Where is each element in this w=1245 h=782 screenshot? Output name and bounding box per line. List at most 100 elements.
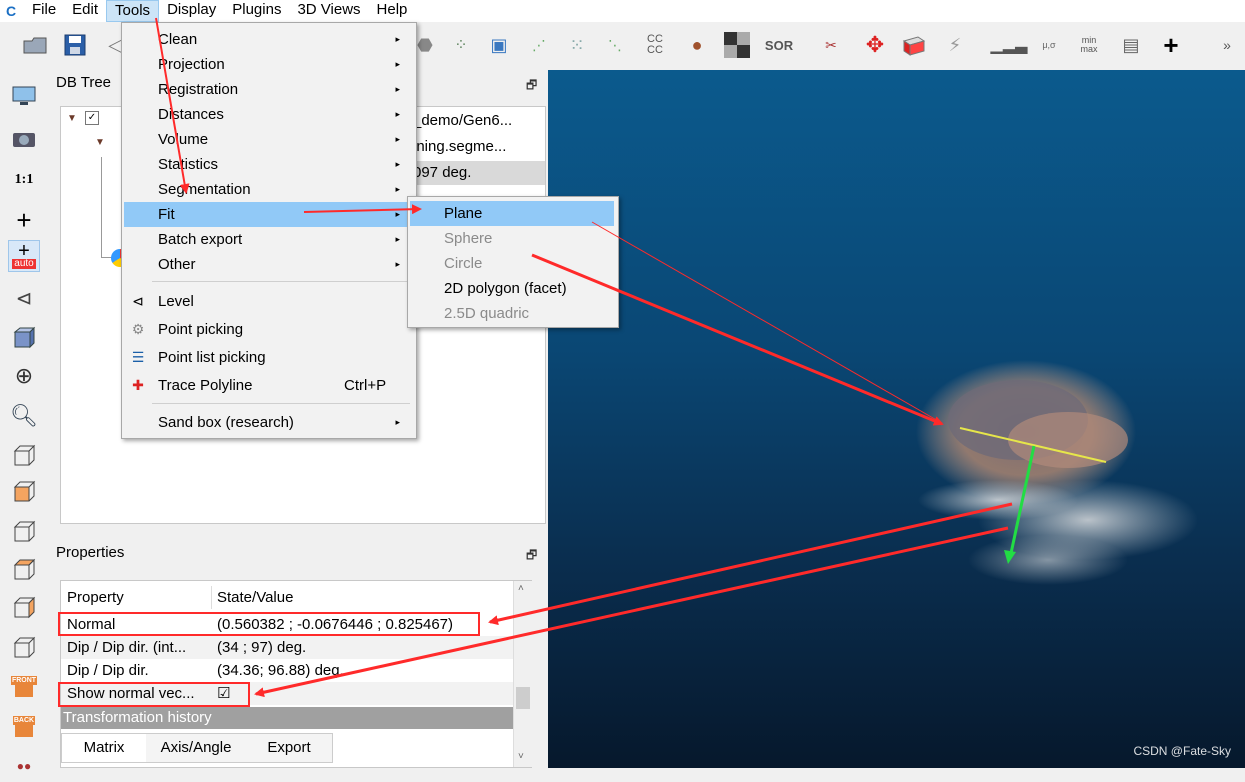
min-max-icon[interactable]: min max <box>1074 30 1104 60</box>
front-view-icon[interactable] <box>8 476 40 508</box>
tabbar: Matrix Axis/Angle Export <box>61 733 333 763</box>
table-row[interactable]: Dip / Dip dir. (int... (34 ; 97) deg. <box>61 636 513 659</box>
undock-icon[interactable]: 🗗 <box>526 76 537 97</box>
connected-components-icon[interactable]: CC CC <box>640 30 670 60</box>
3d-view[interactable]: CSDN @Fate-Sky <box>548 70 1245 768</box>
properties-panel: Properties 🗗 Property State/Value Normal… <box>48 540 548 768</box>
menu-item-quadric[interactable]: 2.5D quadric <box>410 301 614 326</box>
toolbar-overflow-icon[interactable]: » <box>1212 30 1242 60</box>
scroll-thumb[interactable] <box>516 687 530 709</box>
tree-item[interactable]: ining.segme... <box>413 135 543 159</box>
scatter2-icon[interactable]: ⋱ <box>600 30 630 60</box>
menu-edit[interactable]: Edit <box>64 0 106 22</box>
menu-item-circle[interactable]: Circle <box>410 251 614 276</box>
right-view-icon[interactable] <box>8 592 40 624</box>
sor-filter-icon[interactable]: SOR <box>764 30 794 60</box>
menu-item-clean[interactable]: Clean ▸ <box>124 27 414 52</box>
menu-tools[interactable]: Tools <box>106 0 160 22</box>
dots-icon[interactable]: ⁘ <box>446 30 476 60</box>
camera-icon[interactable] <box>8 122 40 154</box>
histogram-icon[interactable]: ▁▂▃ <box>991 30 1028 60</box>
menu-separator <box>152 403 410 404</box>
menu-item-sand-box[interactable]: Sand box (research) ▸ <box>124 410 414 435</box>
menu-item-distances[interactable]: Distances ▸ <box>124 102 414 127</box>
auto-pivot-icon[interactable]: + auto <box>8 240 40 272</box>
checker-icon[interactable] <box>722 30 752 60</box>
menu-item-plane[interactable]: Plane <box>410 201 614 226</box>
menu-item-trace-polyline[interactable]: ✚ Trace Polyline Ctrl+P <box>124 373 414 398</box>
cloud-view-icon[interactable]: ▣ <box>484 30 514 60</box>
save-icon[interactable] <box>60 30 90 60</box>
menu-item-segmentation[interactable]: Segmentation ▸ <box>124 177 414 202</box>
left-view-icon[interactable] <box>8 516 40 548</box>
move-icon[interactable]: ✥ <box>860 30 890 60</box>
shortcut-text: Ctrl+P <box>344 377 387 394</box>
monitor-icon[interactable] <box>8 80 40 112</box>
section-header: Transformation history <box>61 707 513 729</box>
polyline-icon: ✚ <box>132 377 144 393</box>
menu-item-batch-export[interactable]: Batch export ▸ <box>124 227 414 252</box>
scissors-icon[interactable]: ✂ <box>816 30 846 60</box>
scroll-down-icon[interactable]: ˅ <box>518 751 524 762</box>
checkbox-icon[interactable]: ✓ <box>85 111 99 125</box>
show-normal-checkbox[interactable]: ☑ <box>217 682 230 705</box>
tree-item[interactable]: _demo/Gen6... <box>413 109 543 133</box>
top-view-icon[interactable] <box>8 440 40 472</box>
back-iso-icon[interactable]: BACK <box>8 710 40 742</box>
add-icon[interactable]: + <box>1156 30 1186 60</box>
table-row[interactable]: Normal (0.560382 ; -0.0676446 ; 0.825467… <box>61 613 513 636</box>
crosshair-icon[interactable]: + <box>8 204 40 236</box>
undock-icon[interactable]: 🗗 <box>526 546 537 567</box>
menu-display[interactable]: Display <box>159 0 224 22</box>
table-row[interactable]: Show normal vec... ☑ <box>61 682 513 705</box>
property-name: Dip / Dip dir. <box>67 662 149 679</box>
scatter-icon[interactable]: ⋰ <box>524 30 554 60</box>
menu-item-sphere[interactable]: Sphere <box>410 226 614 251</box>
scroll-up-icon[interactable]: ˄ <box>518 583 524 594</box>
menu-item-2d-polygon[interactable]: 2D polygon (facet) <box>410 276 614 301</box>
bottom-view-icon[interactable] <box>8 632 40 664</box>
menu-3d-views[interactable]: 3D Views <box>289 0 368 22</box>
expand-arrow-icon[interactable]: ▼ <box>95 137 105 148</box>
tab-axis-angle[interactable]: Axis/Angle <box>146 734 246 762</box>
menu-item-registration[interactable]: Registration ▸ <box>124 77 414 102</box>
glasses-icon[interactable]: ●● <box>8 750 40 782</box>
expand-arrow-icon[interactable]: ▼ <box>67 113 77 124</box>
submenu-arrow-icon: ▸ <box>395 134 400 144</box>
back-view-icon[interactable] <box>8 554 40 586</box>
menu-item-fit[interactable]: Fit ▸ <box>124 202 414 227</box>
rotate-icon[interactable]: ⊲ <box>8 282 40 314</box>
noise-icon[interactable]: ⁙ <box>562 30 592 60</box>
submenu-arrow-icon: ▸ <box>395 417 400 427</box>
menu-help[interactable]: Help <box>369 0 416 22</box>
pivot-icon[interactable]: ⊕ <box>8 360 40 392</box>
compass-icon[interactable]: ⚡ <box>940 30 970 60</box>
zoom-one-to-one-icon[interactable]: 1:1 <box>8 164 40 196</box>
menu-item-other[interactable]: Other ▸ <box>124 252 414 277</box>
properties-scrollbar[interactable]: ˄ ˅ <box>513 581 532 767</box>
menu-item-statistics[interactable]: Statistics ▸ <box>124 152 414 177</box>
tree-line <box>101 157 102 257</box>
tab-export[interactable]: Export <box>246 734 332 762</box>
statistics-icon[interactable]: μ,σ <box>1034 30 1064 60</box>
property-value: (34.36; 96.88) deg. <box>217 662 344 679</box>
menu-item-point-list-picking[interactable]: ☰ Point list picking <box>124 345 414 370</box>
front-iso-icon[interactable]: FRONT <box>8 670 40 702</box>
tree-item-selected[interactable]: 097 deg. <box>411 161 545 185</box>
menu-file[interactable]: File <box>24 0 64 22</box>
menu-item-volume[interactable]: Volume ▸ <box>124 127 414 152</box>
bunny-icon[interactable]: ● <box>682 30 712 60</box>
header-value: State/Value <box>217 589 294 606</box>
menu-item-projection[interactable]: Projection ▸ <box>124 52 414 77</box>
table-row[interactable]: Dip / Dip dir. (34.36; 96.88) deg. <box>61 659 513 682</box>
menu-item-level[interactable]: ⊲ Level <box>124 289 414 314</box>
zoom-icon[interactable]: 🔍︎ <box>8 400 40 432</box>
open-folder-icon[interactable] <box>20 30 50 60</box>
box-icon[interactable] <box>898 30 928 60</box>
menu-item-point-picking[interactable]: ⚙ Point picking <box>124 317 414 342</box>
calculator-icon[interactable]: ▤ <box>1116 30 1146 60</box>
cube-view-icon[interactable] <box>8 322 40 354</box>
section-title: Transformation history <box>63 709 212 726</box>
tab-matrix[interactable]: Matrix <box>62 734 146 762</box>
menu-plugins[interactable]: Plugins <box>224 0 289 22</box>
